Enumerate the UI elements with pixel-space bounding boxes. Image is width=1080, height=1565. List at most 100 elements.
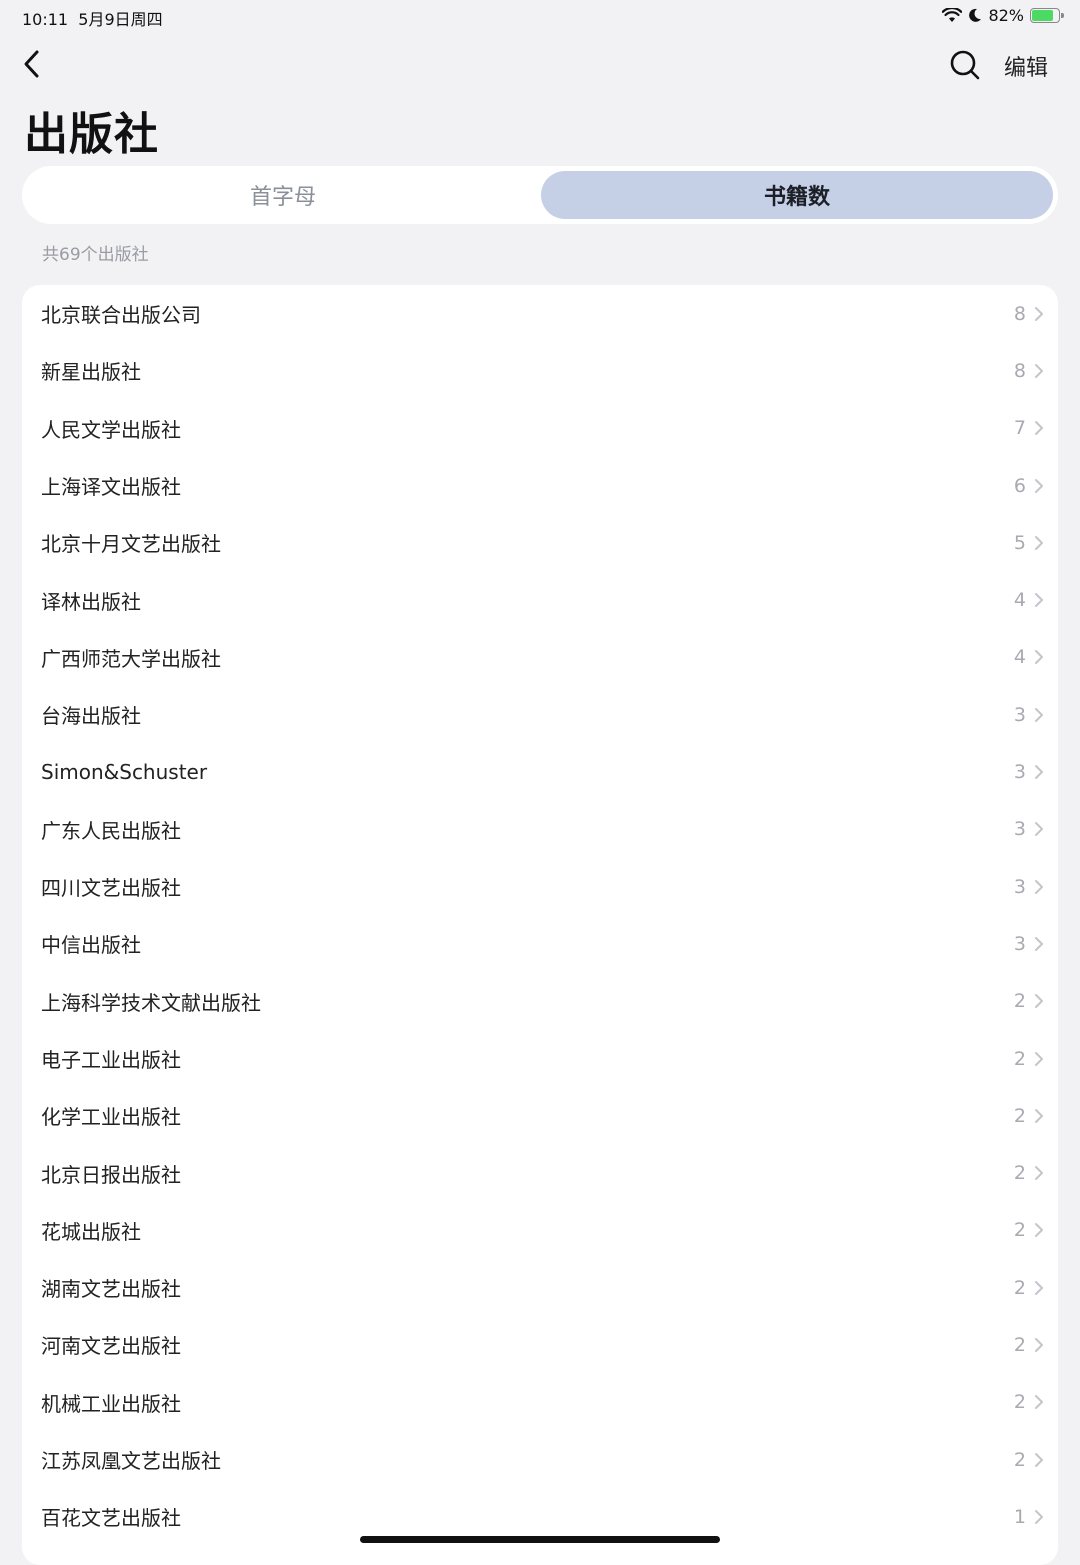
chevron-right-icon xyxy=(1035,421,1043,436)
chevron-right-icon xyxy=(1035,363,1043,378)
chevron-right-icon xyxy=(1035,1280,1043,1295)
list-item[interactable]: 广西师范大学出版社 4 xyxy=(22,629,1058,686)
list-item[interactable]: 四川文艺出版社 3 xyxy=(22,858,1058,915)
book-count: 3 xyxy=(1013,875,1026,898)
list-item[interactable]: 中信出版社 3 xyxy=(22,915,1058,972)
list-item[interactable]: 机械工业出版社 2 xyxy=(22,1374,1058,1431)
publisher-name: 百花文艺出版社 xyxy=(41,1506,181,1531)
wifi-icon xyxy=(942,8,963,22)
publisher-name: 译林出版社 xyxy=(41,589,141,614)
book-count: 2 xyxy=(1013,1047,1026,1070)
list-item[interactable]: 上海译文出版社 6 xyxy=(22,457,1058,514)
book-count: 5 xyxy=(1013,531,1026,554)
publisher-name: 湖南文艺出版社 xyxy=(41,1277,181,1302)
search-button[interactable] xyxy=(948,48,982,82)
book-count: 3 xyxy=(1013,932,1026,955)
chevron-right-icon xyxy=(1035,1337,1043,1352)
battery-level xyxy=(1032,10,1053,21)
book-count: 3 xyxy=(1013,703,1026,726)
list-item[interactable]: 上海科学技术文献出版社 2 xyxy=(22,973,1058,1030)
chevron-left-icon xyxy=(24,50,39,78)
list-item[interactable]: 北京联合出版公司 8 xyxy=(22,285,1058,342)
book-count: 7 xyxy=(1013,417,1026,440)
publisher-name: 新星出版社 xyxy=(41,360,141,385)
book-count: 8 xyxy=(1013,302,1026,325)
chevron-right-icon xyxy=(1035,765,1043,780)
publisher-name: 人民文学出版社 xyxy=(41,417,181,442)
status-time-date: 10:11 5月9日周四 xyxy=(22,10,163,29)
chevron-right-icon xyxy=(1035,707,1043,722)
home-indicator[interactable] xyxy=(360,1536,720,1543)
list-item[interactable]: 北京十月文艺出版社 5 xyxy=(22,514,1058,571)
list-item[interactable]: 江苏凤凰文艺出版社 2 xyxy=(22,1431,1058,1488)
publisher-name: 江苏凤凰文艺出版社 xyxy=(41,1449,221,1474)
publisher-name: 机械工业出版社 xyxy=(41,1391,181,1416)
moon-icon xyxy=(969,8,982,22)
chevron-right-icon xyxy=(1035,994,1043,1009)
list-item[interactable]: 河南文艺出版社 2 xyxy=(22,1316,1058,1373)
book-count: 2 xyxy=(1013,1162,1026,1185)
publisher-name: 上海科学技术文献出版社 xyxy=(41,990,261,1015)
chevron-right-icon xyxy=(1035,535,1043,550)
list-item[interactable]: 化学工业出版社 2 xyxy=(22,1087,1058,1144)
publisher-name: 上海译文出版社 xyxy=(41,475,181,500)
book-count: 3 xyxy=(1013,761,1026,784)
list-item[interactable]: 北京日报出版社 2 xyxy=(22,1144,1058,1201)
chevron-right-icon xyxy=(1035,1452,1043,1467)
list-item[interactable]: 花城出版社 2 xyxy=(22,1202,1058,1259)
list-item[interactable]: 新星出版社 8 xyxy=(22,342,1058,399)
publisher-list: 北京联合出版公司 8 新星出版社 8 人民文学出版社 7 上海译文出版社 6 北京十月文艺出版社… xyxy=(22,285,1058,1565)
chevron-right-icon xyxy=(1035,1223,1043,1238)
publisher-name: Simon&Schuster xyxy=(41,760,208,785)
list-item[interactable]: 电子工业出版社 2 xyxy=(22,1030,1058,1087)
chevron-right-icon xyxy=(1035,1051,1043,1066)
publisher-name: 北京联合出版公司 xyxy=(41,303,201,328)
publisher-name: 北京日报出版社 xyxy=(41,1162,181,1187)
list-item[interactable]: 湖南文艺出版社 2 xyxy=(22,1259,1058,1316)
book-count: 4 xyxy=(1013,589,1026,612)
book-count: 2 xyxy=(1013,1219,1026,1242)
list-item[interactable]: 译林出版社 4 xyxy=(22,571,1058,628)
chevron-right-icon xyxy=(1035,1166,1043,1181)
chevron-right-icon xyxy=(1035,478,1043,493)
status-indicators: 82% xyxy=(942,6,1064,25)
tab-book-count[interactable]: 书籍数 xyxy=(541,171,1053,219)
list-item[interactable]: 广东人民出版社 3 xyxy=(22,801,1058,858)
publisher-name: 化学工业出版社 xyxy=(41,1105,181,1130)
book-count: 3 xyxy=(1013,818,1026,841)
battery-icon xyxy=(1030,8,1064,23)
edit-button[interactable]: 编辑 xyxy=(1004,50,1048,82)
publisher-name: 台海出版社 xyxy=(41,704,141,729)
search-icon xyxy=(950,50,980,80)
book-count: 2 xyxy=(1013,1104,1026,1127)
book-count: 2 xyxy=(1013,990,1026,1013)
book-count: 2 xyxy=(1013,1333,1026,1356)
publisher-name: 广西师范大学出版社 xyxy=(41,646,221,671)
list-item[interactable]: Simon&Schuster 3 xyxy=(22,743,1058,800)
book-count: 4 xyxy=(1013,646,1026,669)
chevron-right-icon xyxy=(1035,1395,1043,1410)
publisher-name: 花城出版社 xyxy=(41,1219,141,1244)
chevron-right-icon xyxy=(1035,593,1043,608)
chevron-right-icon xyxy=(1035,822,1043,837)
status-bar: 10:11 5月9日周四 82% xyxy=(0,0,1080,32)
chevron-right-icon xyxy=(1035,306,1043,321)
back-button[interactable] xyxy=(18,48,46,80)
sort-segmented-control: 首字母 书籍数 xyxy=(22,166,1058,224)
publisher-name: 电子工业出版社 xyxy=(41,1048,181,1072)
publisher-name: 河南文艺出版社 xyxy=(41,1334,181,1359)
book-count: 1 xyxy=(1013,1505,1026,1528)
chevron-right-icon xyxy=(1035,936,1043,951)
book-count: 8 xyxy=(1013,359,1026,382)
chevron-right-icon xyxy=(1035,879,1043,894)
list-item[interactable]: 台海出版社 3 xyxy=(22,686,1058,743)
publisher-name: 广东人民出版社 xyxy=(41,818,181,843)
publisher-count-label: 共69个出版社 xyxy=(42,245,149,265)
publisher-name: 四川文艺出版社 xyxy=(41,876,181,901)
book-count: 6 xyxy=(1013,474,1026,497)
page-title: 出版社 xyxy=(24,109,159,160)
book-count: 2 xyxy=(1013,1448,1026,1471)
list-item[interactable]: 人民文学出版社 7 xyxy=(22,400,1058,457)
publisher-name: 中信出版社 xyxy=(41,933,141,958)
tab-first-letter[interactable]: 首字母 xyxy=(27,171,539,219)
